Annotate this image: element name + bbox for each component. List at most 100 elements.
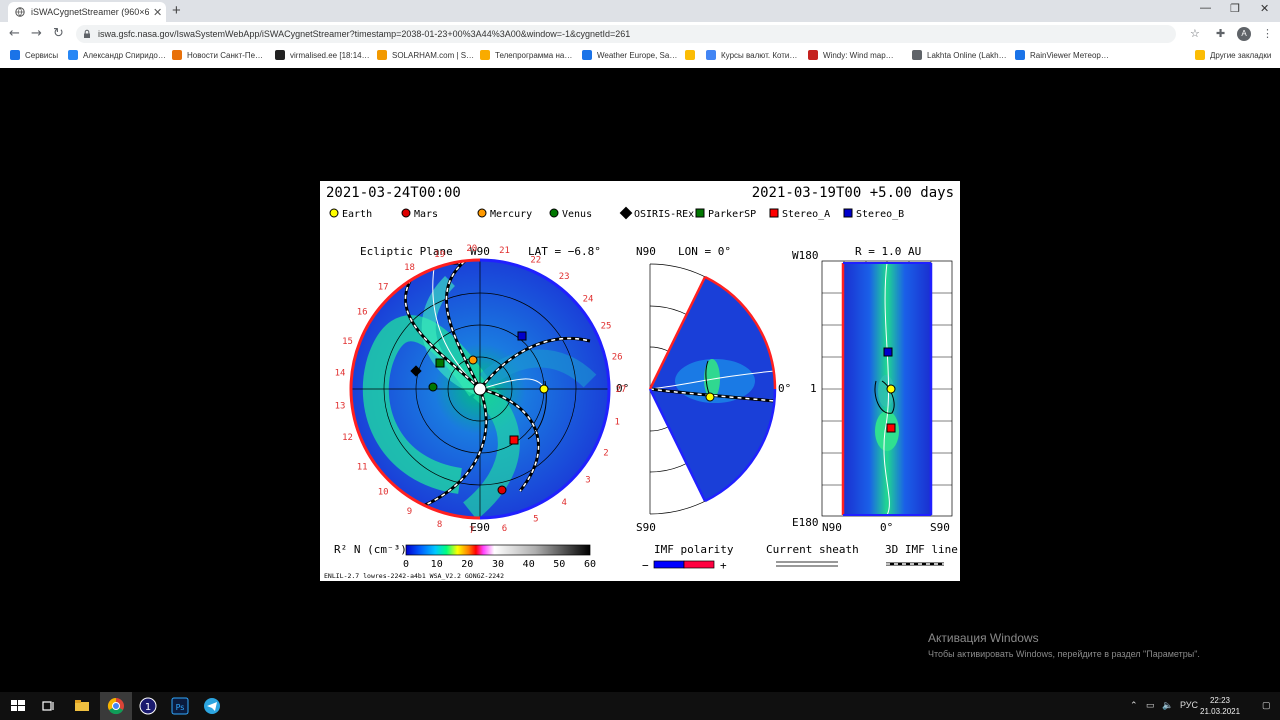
- bookmark-item[interactable]: Windy: Wind map…: [808, 50, 894, 60]
- time-right: 2021-03-19T00 +5.00 days: [752, 185, 954, 201]
- tab-title: iSWACygnetStreamer (960×600): [31, 7, 149, 17]
- rotation-number: 17: [378, 282, 389, 292]
- rotation-number: 14: [335, 369, 346, 379]
- bookmark-item[interactable]: Сервисы: [10, 50, 58, 60]
- url-text: iswa.gsfc.nasa.gov/IswaSystemWebApp/iSWA…: [98, 29, 631, 39]
- rotation-number: 9: [407, 507, 412, 517]
- mars-marker: [497, 485, 507, 495]
- bookmark-favicon-icon: [68, 50, 78, 60]
- lock-icon: [84, 29, 90, 38]
- radius-map-panel: R = 1.0 AU W180 E180 1 N90 0° S90: [792, 245, 953, 534]
- legend-marker: [619, 206, 633, 220]
- tray-chevron-icon[interactable]: ⌃: [1130, 700, 1138, 711]
- bookmark-favicon-icon: [172, 50, 182, 60]
- legend-label: Mars: [414, 209, 438, 220]
- colorbar-tick: 0: [403, 559, 409, 570]
- bookmark-label: Телепрограмма на…: [495, 50, 573, 60]
- chrome-icon[interactable]: [106, 696, 126, 716]
- profile-avatar[interactable]: A: [1237, 27, 1251, 41]
- bookmark-favicon-icon: [706, 50, 716, 60]
- telegram-icon[interactable]: [202, 696, 222, 716]
- mercury-marker: [468, 355, 478, 365]
- rotation-number: 22: [530, 256, 541, 266]
- bookmark-label: Александр Спиридо…: [83, 50, 166, 60]
- stereo-a-marker: [509, 435, 519, 445]
- bookmark-item[interactable]: Другие закладки: [1195, 50, 1271, 60]
- rotation-number: 20: [466, 244, 477, 254]
- rotation-number: 1: [614, 418, 619, 428]
- rotation-number: 23: [559, 272, 570, 282]
- bookmark-item[interactable]: Александр Спиридо…: [68, 50, 166, 60]
- e180-label: E180: [792, 516, 819, 529]
- bookmark-item[interactable]: Телепрограмма на…: [480, 50, 572, 60]
- bookmark-label: Windy: Wind map…: [823, 50, 894, 60]
- rotation-number: 27: [616, 385, 627, 395]
- bookmark-item[interactable]: Lakhta Online (Lakh…: [912, 50, 1007, 60]
- task-view-icon[interactable]: [38, 696, 58, 716]
- stereo-b-marker: [517, 331, 527, 341]
- bookmark-label: Weather Europe, Sa…: [597, 50, 678, 60]
- photoshop-icon[interactable]: Ps: [170, 696, 190, 716]
- parker-marker: [435, 358, 445, 368]
- imf-label: IMF polarity: [654, 543, 734, 556]
- forward-icon[interactable]: →: [31, 26, 42, 41]
- bookmark-label: virmalised.ee [18:14…: [290, 50, 370, 60]
- menu-icon[interactable]: ⋮: [1262, 27, 1273, 40]
- bookmark-item[interactable]: Курсы валют. Коти…: [706, 50, 797, 60]
- bookmark-favicon-icon: [1015, 50, 1025, 60]
- colorbar-tick: 40: [523, 559, 535, 570]
- legend-label: ParkerSP: [708, 209, 756, 220]
- rotation-number: 3: [585, 476, 590, 486]
- bookmark-item[interactable]: SOLARHAM.com | S…: [377, 50, 474, 60]
- model-footer: ENLIL-2.7 lowres-2242-a4b1 WSA_V2.2 GONG…: [324, 572, 504, 580]
- zero-bottom: 0°: [880, 521, 893, 534]
- address-bar[interactable]: iswa.gsfc.nasa.gov/IswaSystemWebApp/iSWA…: [76, 25, 1176, 43]
- window-close-icon[interactable]: ✕: [1260, 2, 1269, 15]
- notifications-icon[interactable]: ▢: [1262, 700, 1271, 711]
- screen: iSWACygnetStreamer (960×600) ✕ + — ❐ ✕ ←…: [0, 0, 1280, 720]
- legend-label: Earth: [342, 209, 372, 220]
- bookmark-label: Новости Санкт-Пе…: [187, 50, 264, 60]
- new-tab-icon[interactable]: +: [172, 2, 181, 19]
- earth-marker: [539, 384, 549, 394]
- back-icon[interactable]: ←: [9, 26, 20, 41]
- bookmark-item[interactable]: RainViewer Метеор…: [1015, 50, 1109, 60]
- bookmark-item[interactable]: Новости Санкт-Пе…: [172, 50, 263, 60]
- rotation-number: 19: [434, 250, 445, 260]
- restore-icon[interactable]: ❐: [1230, 2, 1240, 15]
- venus-marker: [428, 382, 438, 392]
- earth-marker-map: [886, 384, 896, 394]
- volume-icon[interactable]: 🔈: [1162, 700, 1173, 711]
- bookmark-item[interactable]: Weather Europe, Sa…: [582, 50, 677, 60]
- stereo-a-marker-map: [886, 423, 896, 433]
- rotation-number: 18: [404, 263, 415, 273]
- network-icon[interactable]: ▭: [1146, 700, 1155, 711]
- earth-marker-meridional: [705, 392, 715, 402]
- rotation-number: 2: [603, 448, 608, 458]
- system-clock[interactable]: 22:23 21.03.2021: [1200, 695, 1240, 717]
- bookmark-favicon-icon: [480, 50, 490, 60]
- legend-marker: [477, 208, 487, 218]
- language-indicator[interactable]: РУС: [1180, 700, 1198, 710]
- browser-tab[interactable]: iSWACygnetStreamer (960×600) ✕: [8, 2, 166, 22]
- extensions-icon[interactable]: ✚: [1216, 27, 1225, 40]
- meridional-panel: N90 LON = 0° S90 0°: [636, 245, 791, 534]
- enlil-figure: 2021-03-24T00:00 2021-03-19T00 +5.00 day…: [320, 181, 960, 581]
- file-explorer-icon[interactable]: [72, 696, 92, 716]
- app-circle-icon[interactable]: 1: [138, 696, 158, 716]
- bookmark-item[interactable]: [685, 50, 700, 60]
- density-colorbar: R² N (cm⁻³) 0 10 20 30 40 50 60: [334, 543, 596, 570]
- bookmark-star-icon[interactable]: ☆: [1190, 27, 1200, 40]
- bookmark-label: RainViewer Метеор…: [1030, 50, 1109, 60]
- legend-label: OSIRIS-REx: [634, 209, 694, 220]
- bookmark-item[interactable]: virmalised.ee [18:14…: [275, 50, 370, 60]
- legend-marker: [695, 208, 705, 218]
- bookmark-favicon-icon: [685, 50, 695, 60]
- minimize-icon[interactable]: —: [1200, 2, 1211, 14]
- legend-marker: [843, 208, 853, 218]
- w180-label: W180: [792, 249, 819, 262]
- rotation-number: 16: [357, 308, 368, 318]
- tab-close-icon[interactable]: ✕: [153, 6, 162, 19]
- reload-icon[interactable]: ↻: [53, 26, 64, 41]
- windows-start-icon[interactable]: [8, 696, 28, 716]
